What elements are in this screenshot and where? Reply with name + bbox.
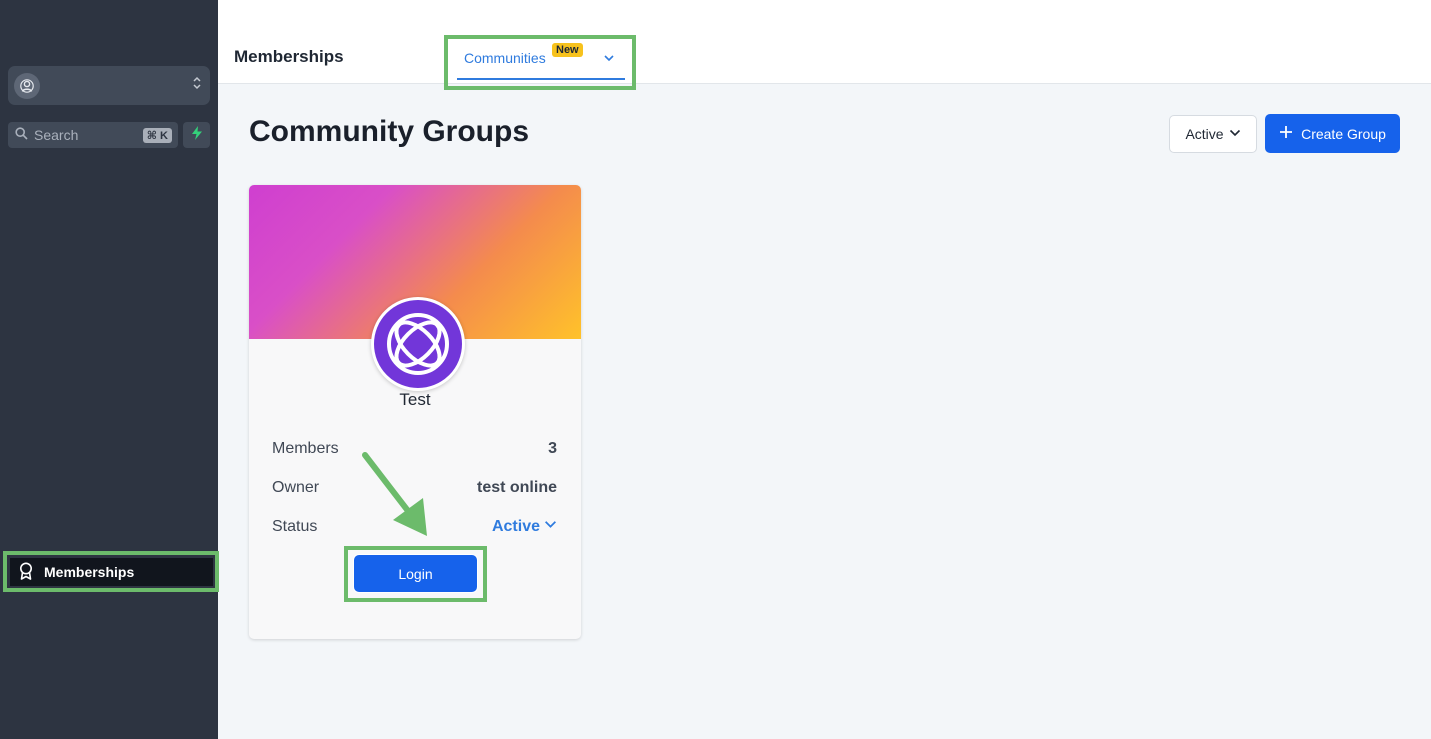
tab-communities[interactable]: Communities New — [457, 42, 625, 80]
search-placeholder: Search — [34, 127, 79, 143]
new-badge: New — [552, 43, 583, 57]
chevron-down-icon[interactable] — [603, 51, 615, 69]
create-group-label: Create Group — [1301, 125, 1386, 142]
chevron-down-icon — [1229, 126, 1241, 142]
login-button[interactable]: Login — [353, 554, 478, 593]
annotation-arrow-icon — [362, 452, 427, 536]
user-avatar-icon — [14, 72, 40, 99]
members-value: 3 — [548, 440, 557, 457]
award-icon — [18, 562, 34, 583]
chevron-down-icon — [544, 518, 557, 536]
status-dropdown[interactable]: Active — [492, 518, 557, 536]
owner-value: test online — [476, 479, 557, 496]
group-logo-icon — [371, 297, 465, 391]
page-title: Community Groups — [249, 115, 530, 148]
plus-icon — [1279, 125, 1293, 142]
status-value: Active — [491, 518, 540, 535]
top-bar: Memberships Communities New — [218, 0, 1431, 90]
search-shortcut-badge: ⌘ K — [142, 127, 172, 143]
members-label: Members — [272, 440, 339, 457]
create-group-button[interactable]: Create Group — [1265, 114, 1400, 153]
search-icon — [15, 127, 28, 143]
group-name: Test — [399, 390, 431, 409]
lightning-bolt-icon — [191, 125, 203, 145]
page-header-title: Memberships — [234, 47, 344, 66]
quick-action-button[interactable] — [183, 122, 210, 148]
sidebar-item-memberships[interactable]: Memberships — [10, 558, 213, 586]
sidebar: Search ⌘ K Memberships — [0, 0, 219, 739]
chevron-up-down-icon — [192, 75, 202, 96]
status-label: Status — [272, 518, 318, 535]
tab-label: Communities — [464, 50, 546, 66]
status-filter-dropdown[interactable]: Active — [1169, 115, 1257, 153]
search-input[interactable]: Search ⌘ K — [8, 122, 178, 148]
sidebar-item-label: Memberships — [44, 564, 135, 580]
owner-label: Owner — [272, 479, 320, 496]
account-switcher[interactable] — [8, 66, 210, 105]
filter-label: Active — [1185, 126, 1224, 142]
